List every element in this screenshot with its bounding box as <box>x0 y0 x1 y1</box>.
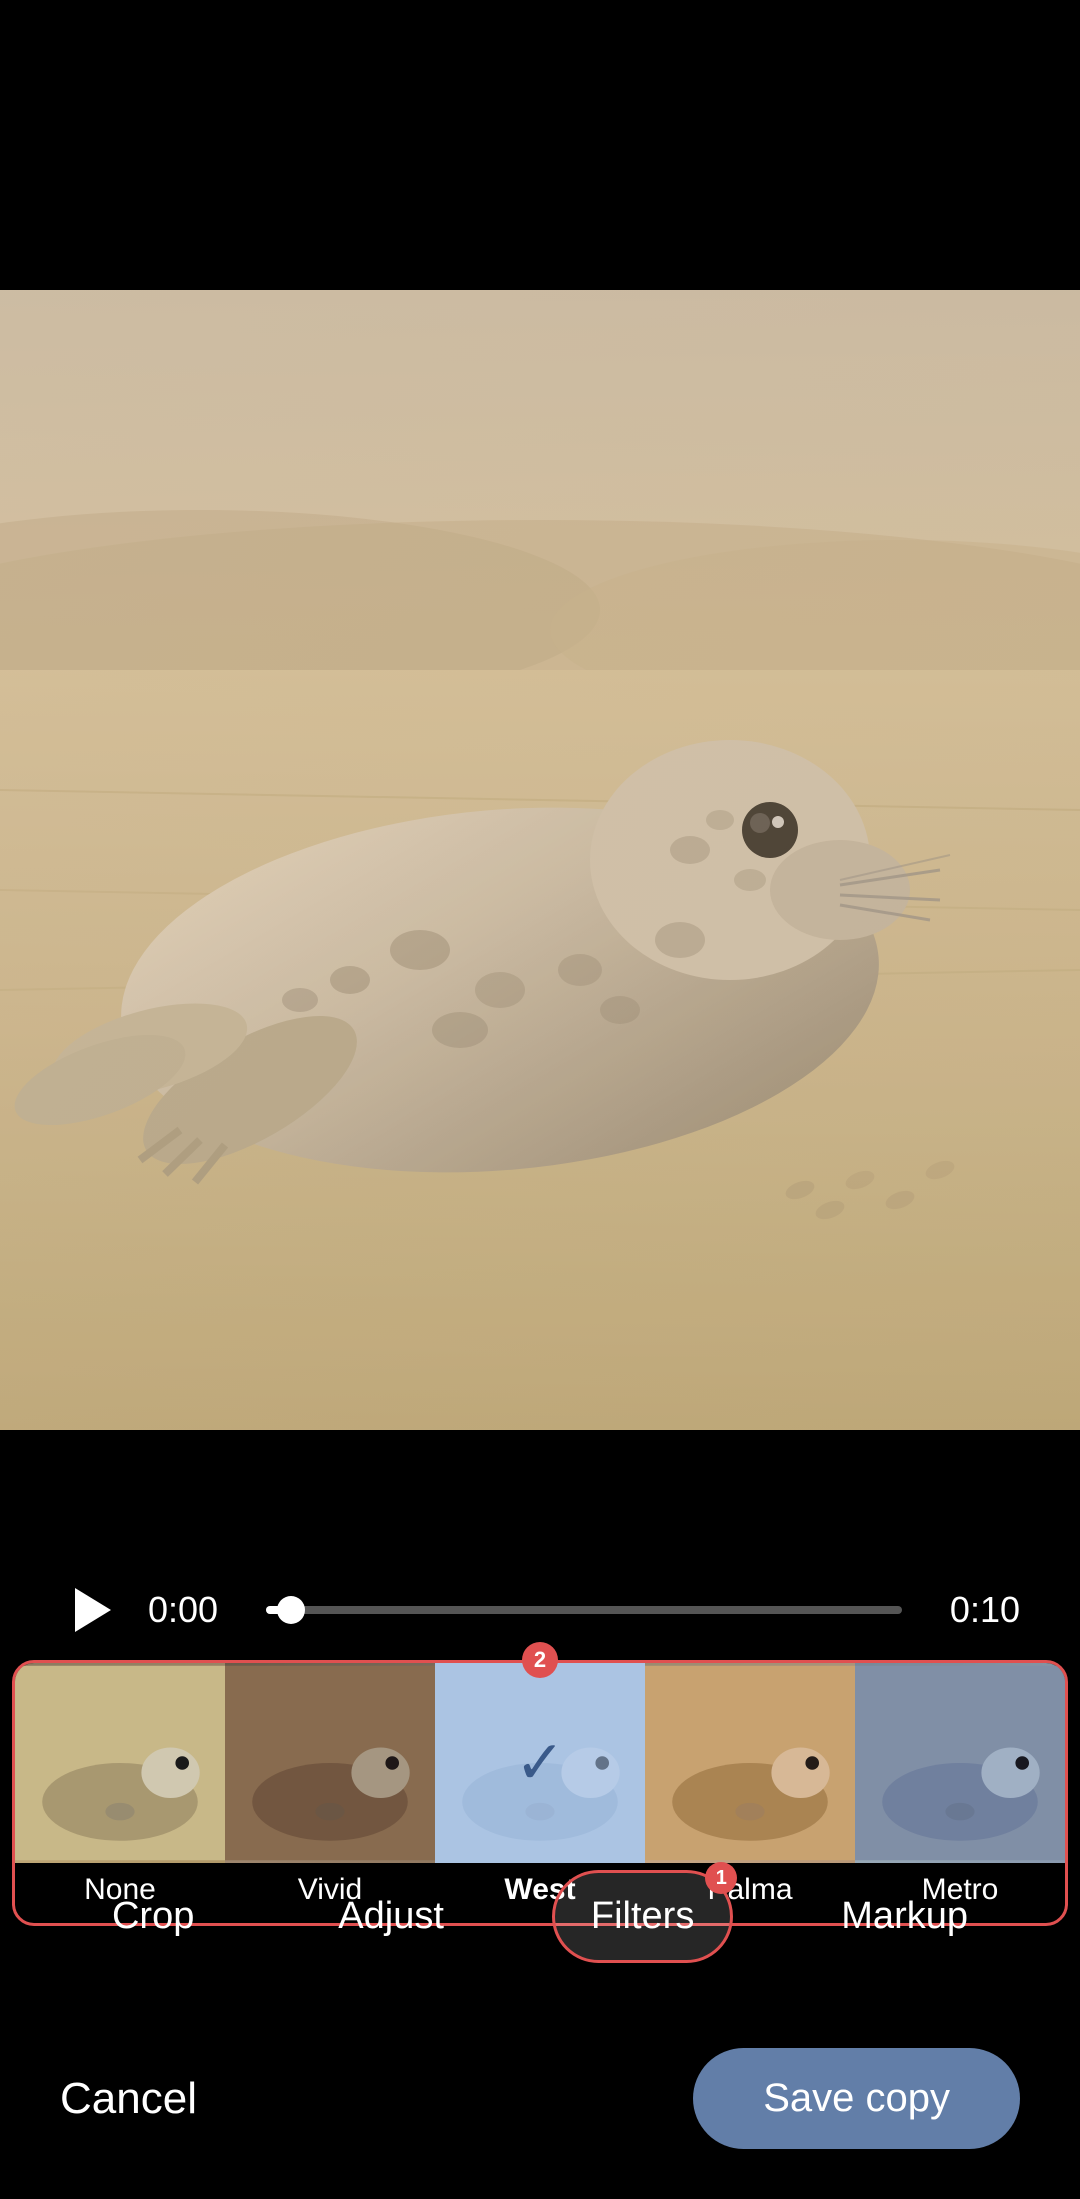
filters-tool-badge: 1 <box>705 1862 737 1894</box>
bottom-action-bar: Cancel Save copy <box>0 2048 1080 2149</box>
seal-photo <box>0 290 1080 1430</box>
filter-thumb-none-img <box>15 1663 225 1863</box>
filter-thumb-metro-img <box>855 1663 1065 1863</box>
filmstrip-badge: 2 <box>522 1642 558 1678</box>
play-button[interactable] <box>60 1580 120 1640</box>
time-current: 0:00 <box>148 1589 238 1631</box>
filter-thumb-vivid-img <box>225 1663 435 1863</box>
save-copy-button[interactable]: Save copy <box>693 2048 1020 2149</box>
scrubber-thumb[interactable] <box>277 1596 305 1624</box>
photo-container <box>0 290 1080 1430</box>
filters-label: Filters <box>591 1895 694 1937</box>
bottom-toolbar: Crop Adjust 1 Filters Markup <box>0 1870 1080 1963</box>
time-total: 0:10 <box>930 1589 1020 1631</box>
filter-west-selected-overlay: ✓ <box>435 1663 645 1863</box>
scrubber-row: 0:00 0:10 <box>60 1580 1020 1640</box>
markup-tool-button[interactable]: Markup <box>805 1873 1004 1960</box>
save-copy-label: Save copy <box>763 2076 950 2120</box>
crop-tool-button[interactable]: Crop <box>76 1873 230 1960</box>
top-black-area <box>0 0 1080 290</box>
filter-thumb-palma-img <box>645 1663 855 1863</box>
adjust-label: Adjust <box>338 1895 444 1937</box>
cancel-label: Cancel <box>60 2074 197 2123</box>
scrubber-track[interactable] <box>266 1606 902 1614</box>
crop-label: Crop <box>112 1895 194 1937</box>
adjust-tool-button[interactable]: Adjust <box>302 1873 480 1960</box>
play-icon <box>75 1588 111 1632</box>
west-checkmark: ✓ <box>515 1728 565 1798</box>
seal-image <box>0 290 1080 1430</box>
markup-label: Markup <box>841 1895 968 1937</box>
filters-tool-wrapper: 1 Filters <box>552 1870 733 1963</box>
cancel-button[interactable]: Cancel <box>60 2074 197 2124</box>
